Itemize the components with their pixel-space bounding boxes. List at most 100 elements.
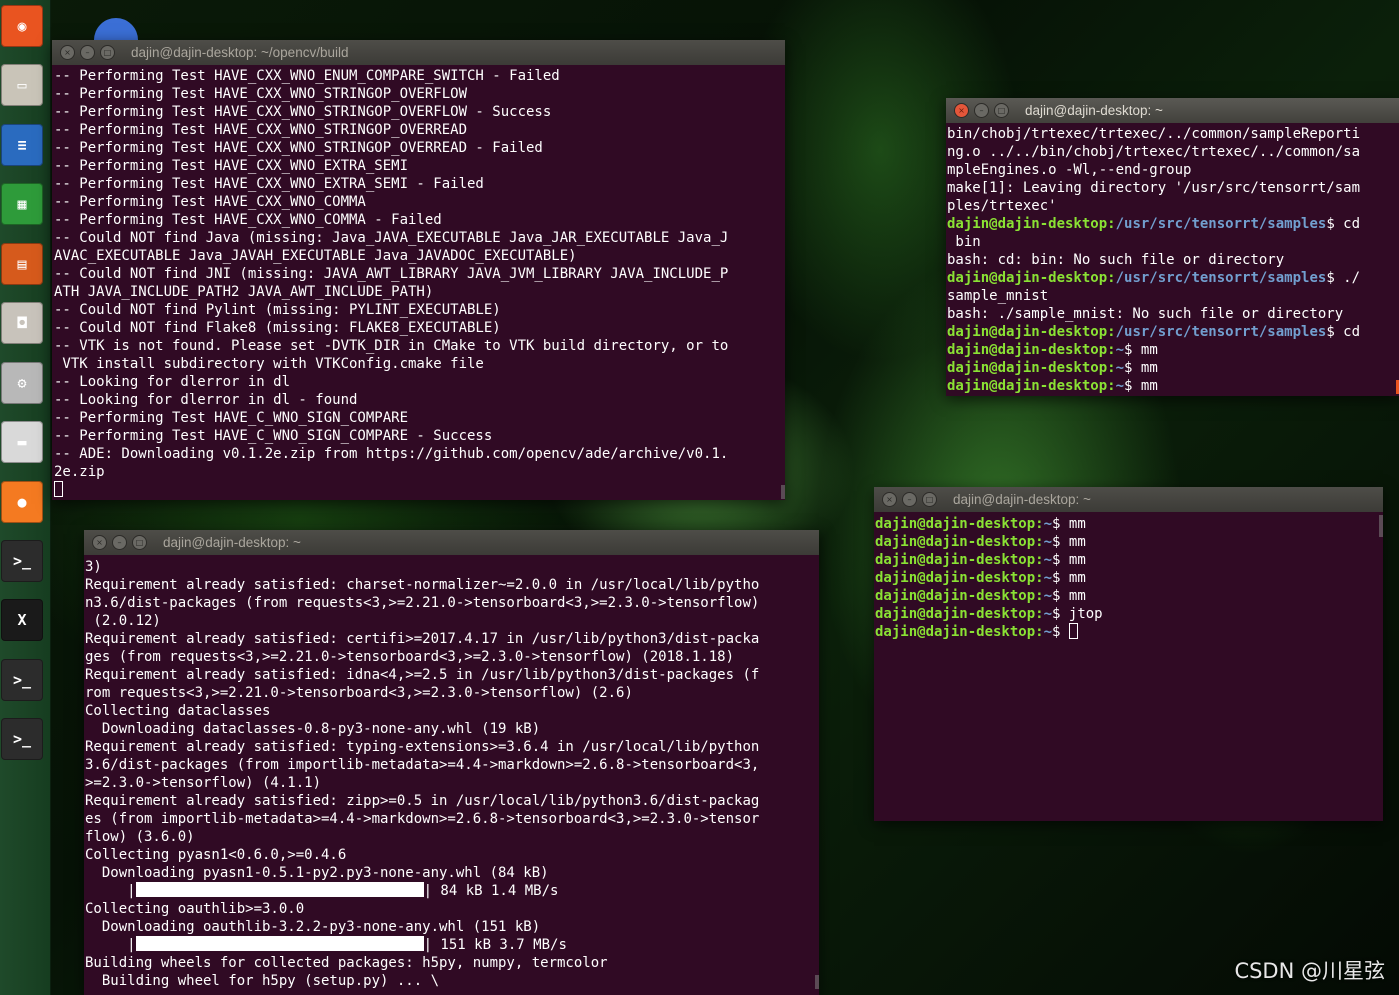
close-icon[interactable]: × (882, 492, 897, 507)
output-line: -- Could NOT find JNI (missing: JAVA_AWT… (54, 266, 729, 282)
maximize-icon[interactable]: □ (922, 492, 937, 507)
window-title: dajin@dajin-desktop: ~ (953, 492, 1091, 507)
prompt-path: ~ (1043, 570, 1053, 586)
terminal-window-tensorrt[interactable]: × – □ dajin@dajin-desktop: ~ bin/chobj/t… (946, 98, 1399, 396)
prompt-separator: : (1035, 516, 1044, 532)
xterm-icon[interactable]: X (1, 599, 43, 641)
maximize-icon[interactable]: □ (132, 535, 147, 550)
prompt-line: dajin@dajin-desktop:/usr/src/tensorrt/sa… (947, 269, 1397, 287)
scrollbar[interactable] (1379, 515, 1383, 537)
scrollbar[interactable] (781, 485, 785, 499)
writer-icon[interactable]: ≡ (1, 124, 43, 166)
prompt-separator: : (1035, 534, 1044, 550)
output-line: Requirement already satisfied: charset-n… (85, 577, 760, 593)
titlebar[interactable]: × – □ dajin@dajin-desktop: ~/opencv/buil… (52, 40, 785, 65)
output-line: -- Looking for dlerror in dl - found (54, 392, 358, 408)
minimize-icon[interactable]: – (112, 535, 127, 550)
prompt-separator: : (1035, 588, 1044, 604)
terminal-icon[interactable]: >_ (1, 659, 43, 701)
minimize-icon[interactable]: – (974, 103, 989, 118)
maximize-icon[interactable]: □ (100, 45, 115, 60)
progress-left-border: | (85, 883, 136, 899)
output-line: AVAC_EXECUTABLE Java_JAVAH_EXECUTABLE Ja… (54, 248, 577, 264)
output-line: VTK install subdirectory with VTKConfig.… (54, 356, 484, 372)
command-text: $ mm (1052, 588, 1086, 604)
output-line: -- Performing Test HAVE_CXX_WNO_EXTRA_SE… (54, 176, 484, 192)
software-center-icon[interactable]: ◘ (1, 302, 43, 344)
terminal-icon[interactable]: >_ (1, 718, 43, 760)
prompt-user: dajin@dajin-desktop (875, 570, 1036, 586)
maximize-icon[interactable]: □ (994, 103, 1009, 118)
watermark: CSDN @川星弦 (1234, 959, 1385, 983)
output-line: flow) (3.6.0) (85, 829, 195, 845)
output-line: Collecting pyasn1<0.6.0,>=0.4.6 (85, 847, 347, 863)
prompt-separator: : (1107, 270, 1116, 286)
download-progress-line: | | 84 kB 1.4 MB/s (85, 882, 817, 900)
download-progress-line: | | 151 kB 3.7 MB/s (85, 936, 817, 954)
minimize-icon[interactable]: – (80, 45, 95, 60)
close-icon[interactable]: × (60, 45, 75, 60)
files-glyph: ▭ (17, 76, 27, 94)
command-text: $ mm (1124, 378, 1158, 394)
scrollbar[interactable] (815, 975, 819, 989)
prompt-line: dajin@dajin-desktop:~$ jtop (875, 605, 1381, 623)
output-line: Downloading oauthlib-3.2.2-py3-none-any.… (85, 919, 541, 935)
prompt-line: dajin@dajin-desktop:~$ mm (875, 587, 1381, 605)
prompt-line: dajin@dajin-desktop:/usr/src/tensorrt/sa… (947, 215, 1397, 233)
download-progress-bar (135, 882, 424, 897)
titlebar[interactable]: × – □ dajin@dajin-desktop: ~ (874, 487, 1383, 512)
output-line: -- ADE: Downloading v0.1.2e.zip from htt… (54, 446, 729, 462)
prompt-path: /usr/src/tensorrt/samples (1115, 270, 1327, 286)
output-line: Downloading pyasn1-0.5.1-py2.py3-none-an… (85, 865, 549, 881)
writer-glyph: ≡ (17, 136, 27, 154)
prompt-line: dajin@dajin-desktop:~$ mm (875, 515, 1381, 533)
calc-icon[interactable]: ▦ (1, 183, 43, 225)
firefox-icon[interactable]: ● (1, 481, 43, 523)
impress-icon[interactable]: ▤ (1, 243, 43, 285)
prompt-separator: : (1107, 378, 1116, 394)
output-line: -- Could NOT find Pylint (missing: PYLIN… (54, 302, 501, 318)
drive-icon[interactable]: ▬ (1, 421, 43, 463)
output-line: mpleEngines.o -Wl,--end-group (947, 162, 1192, 178)
terminal-output[interactable]: bin/chobj/trtexec/trtexec/../common/samp… (947, 125, 1397, 396)
command-text: $ mm (1052, 516, 1086, 532)
settings-glyph: ⚙ (17, 374, 27, 392)
output-line: ges (from requests<3,>=2.21.0->tensorboa… (85, 649, 735, 665)
terminal-output[interactable]: dajin@dajin-desktop:~$ mm dajin@dajin-des… (875, 515, 1381, 821)
launcher: ◉ ▭ ≡ ▦ ▤ ◘ ⚙ ▬ ● >_ X >_ >_ (0, 0, 51, 995)
terminal-window-opencv[interactable]: × – □ dajin@dajin-desktop: ~/opencv/buil… (52, 40, 785, 500)
window-title: dajin@dajin-desktop: ~/opencv/build (131, 45, 349, 60)
command-text: $ cd (1326, 216, 1361, 232)
output-line: 3.6/dist-packages (from importlib-metada… (85, 757, 760, 773)
prompt-user: dajin@dajin-desktop (875, 588, 1036, 604)
close-icon[interactable]: × (954, 103, 969, 118)
xterm-glyph: X (17, 611, 27, 629)
close-icon[interactable]: × (92, 535, 107, 550)
cursor (1068, 623, 1078, 639)
command-text: $ mm (1124, 360, 1158, 376)
titlebar[interactable]: × – □ dajin@dajin-desktop: ~ (946, 98, 1399, 123)
terminal-output[interactable]: -- Performing Test HAVE_CXX_WNO_ENUM_COM… (54, 67, 783, 500)
minimize-icon[interactable]: – (902, 492, 917, 507)
output-line: -- Performing Test HAVE_CXX_WNO_ENUM_COM… (54, 68, 560, 84)
prompt-separator: : (1035, 552, 1044, 568)
files-icon[interactable]: ▭ (1, 64, 43, 106)
impress-glyph: ▤ (17, 255, 27, 273)
prompt-separator: : (1035, 624, 1044, 640)
output-line: -- Could NOT find Flake8 (missing: FLAKE… (54, 320, 501, 336)
titlebar[interactable]: × – □ dajin@dajin-desktop: ~ (84, 530, 819, 555)
terminal-glyph: >_ (12, 730, 32, 748)
output-line: -- Performing Test HAVE_CXX_WNO_STRINGOP… (54, 86, 468, 102)
terminal-window-pip[interactable]: × – □ dajin@dajin-desktop: ~ 3) Requireme… (84, 530, 819, 995)
output-line: es (from importlib-metadata>=4.4->markdo… (85, 811, 760, 827)
terminal-output[interactable]: 3) Requirement already satisfied: charset… (85, 558, 817, 995)
terminal-glyph: >_ (12, 552, 32, 570)
ubuntu-dash-icon[interactable]: ◉ (1, 5, 43, 47)
terminal-icon[interactable]: >_ (1, 540, 43, 582)
settings-icon[interactable]: ⚙ (1, 362, 43, 404)
output-line: -- VTK is not found. Please set -DVTK_DI… (54, 338, 729, 354)
output-line: ples/trtexec' (947, 198, 1057, 214)
terminal-window-jtop[interactable]: × – □ dajin@dajin-desktop: ~ dajin@dajin… (874, 487, 1383, 821)
output-line: -- Looking for dlerror in dl (54, 374, 291, 390)
software-center-glyph: ◘ (17, 314, 27, 332)
